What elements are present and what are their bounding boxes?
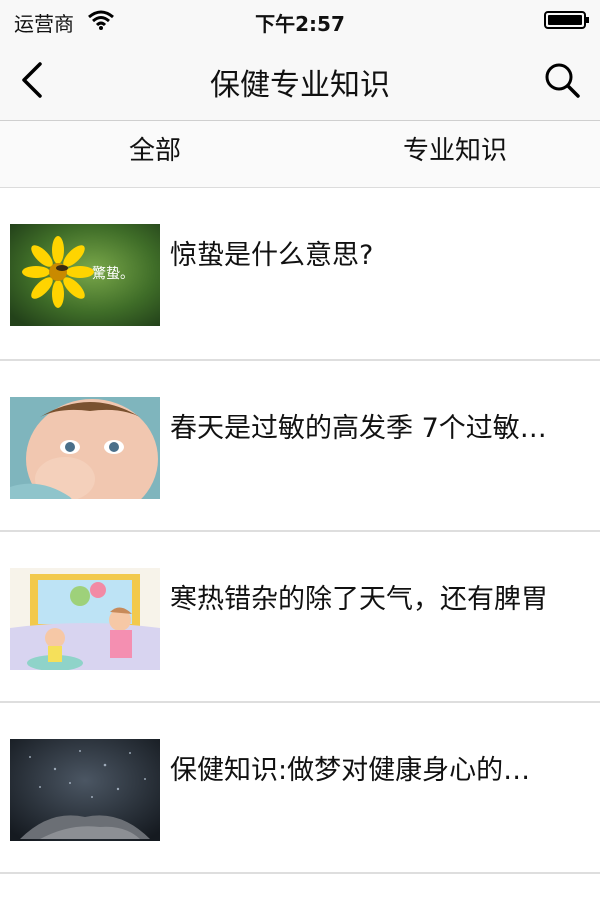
navigation-bar: 保健专业知识 <box>0 40 600 121</box>
battery-icon <box>544 11 589 29</box>
list-item[interactable]: 春天是过敏的高发季 7个过敏… <box>0 361 600 532</box>
article-thumbnail: 驚蛰。 <box>10 224 160 326</box>
page-title: 保健专业知识 <box>210 68 390 103</box>
article-title: 寒热错杂的除了天气，还有脾胃 <box>170 584 548 615</box>
tab-all[interactable]: 全部 <box>0 121 310 187</box>
status-time: 下午2:57 <box>255 12 345 36</box>
article-thumbnail <box>10 397 160 499</box>
screen: 运营商 下午2:57 保健专业知识 全部 专业知识 驚蛰。 惊蛰是什么意思? 春… <box>0 0 600 900</box>
status-bar: 运营商 下午2:57 <box>0 0 600 40</box>
list-item[interactable]: 寒热错杂的除了天气，还有脾胃 <box>0 532 600 703</box>
article-title: 保健知识:做梦对健康身心的… <box>170 755 531 786</box>
tab-professional-knowledge[interactable]: 专业知识 <box>305 121 600 187</box>
article-title: 惊蛰是什么意思? <box>170 240 374 271</box>
list-item[interactable]: 保健知识:做梦对健康身心的… <box>0 703 600 874</box>
article-title: 春天是过敏的高发季 7个过敏… <box>170 413 547 444</box>
search-icon[interactable] <box>542 60 582 100</box>
article-list: 驚蛰。 惊蛰是什么意思? 春天是过敏的高发季 7个过敏… 寒热错杂的除了天气，还… <box>0 188 600 874</box>
article-thumbnail <box>10 568 160 670</box>
category-tabs: 全部 专业知识 <box>0 121 600 188</box>
thumbnail-caption: 驚蛰。 <box>92 265 134 282</box>
article-thumbnail <box>10 739 160 841</box>
list-item[interactable]: 驚蛰。 惊蛰是什么意思? <box>0 188 600 361</box>
